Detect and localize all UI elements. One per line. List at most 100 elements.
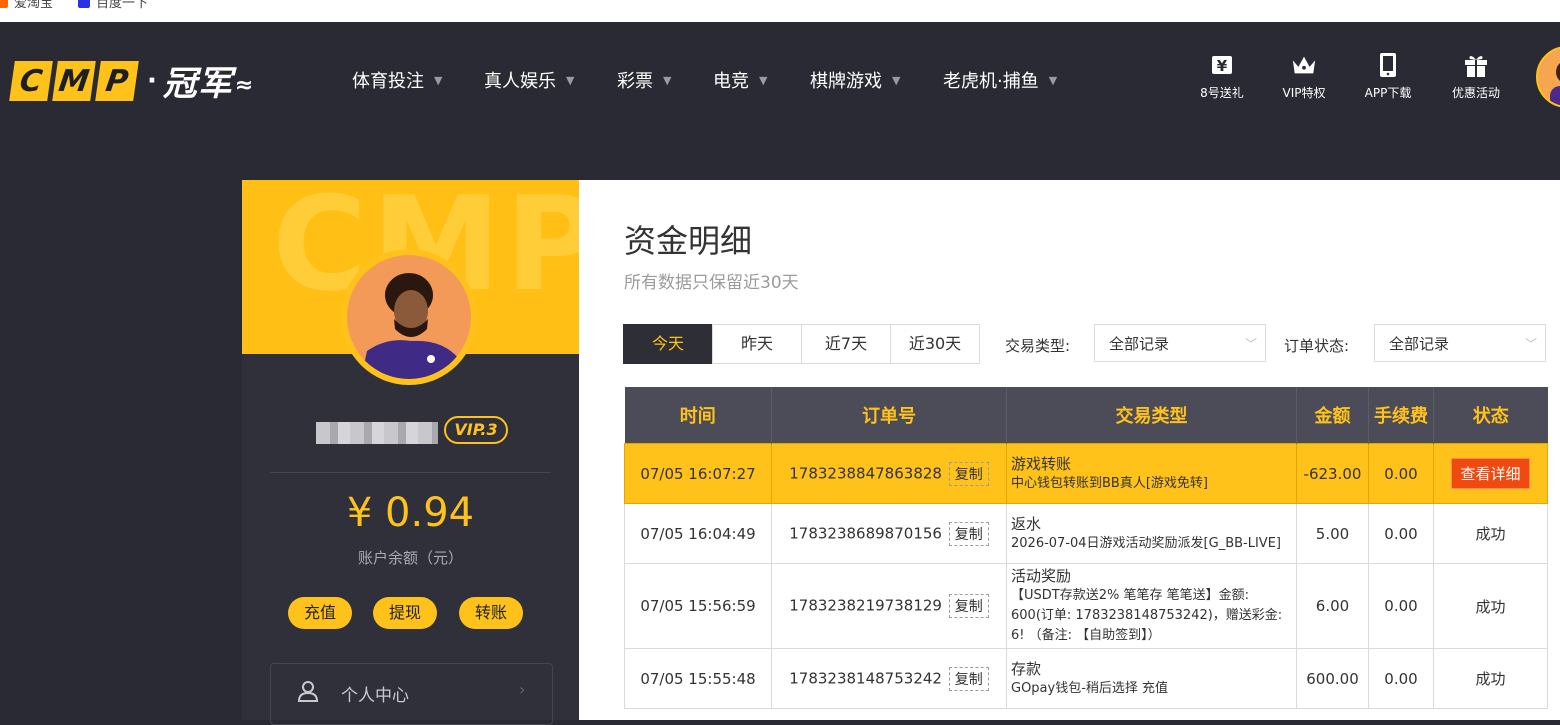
balance-label: 账户余额（元） — [357, 549, 463, 567]
nav-lottery[interactable]: 彩票 ▼ — [617, 67, 671, 93]
column-header: 交易类型 — [1006, 387, 1297, 444]
site-logo[interactable]: C M P · 冠军 ≈ — [9, 56, 254, 105]
tab-yesterday[interactable]: 昨天 — [712, 324, 802, 364]
time-cell: 07/05 15:56:59 — [624, 563, 772, 649]
column-header: 金额 — [1296, 387, 1369, 444]
menu-personal-center[interactable]: 个人中心 › — [270, 663, 553, 725]
profile-avatar[interactable] — [341, 249, 477, 385]
copy-button[interactable]: 复制 — [948, 666, 989, 691]
copy-button[interactable]: 复制 — [948, 461, 989, 486]
order-number: 1783238148753242 — [789, 669, 942, 687]
bookmark-label: 百度一下 — [96, 0, 149, 11]
nav-label: 体育投注 — [352, 71, 424, 92]
page-title: 资金明细 — [624, 222, 753, 260]
amount-cell: 6.00 — [1296, 563, 1369, 649]
gift-icon — [1463, 52, 1489, 78]
bookmark-baidu[interactable]: 百度一下 — [78, 0, 148, 11]
transaction-type-select[interactable]: 全部记录 ﹀ — [1094, 324, 1266, 362]
logo-text: 冠军 — [162, 64, 233, 104]
deposit-button[interactable]: 充值 — [288, 597, 353, 629]
menu-label: 个人中心 — [341, 686, 409, 706]
nav-card-games[interactable]: 棋牌游戏 ▼ — [810, 67, 900, 93]
type-title: 活动奖励 — [1011, 567, 1072, 585]
username-blurred — [316, 422, 438, 444]
logo-tail: ≈ — [234, 73, 254, 98]
nav-live-casino[interactable]: 真人娱乐 ▼ — [484, 67, 574, 93]
order-number: 1783238219738129 — [789, 596, 942, 615]
table-row: 07/05 16:07:27 1783238847863828 复制 游戏转账中… — [624, 443, 1548, 504]
type-cell: 存款 GOpay钱包-稍后选择 充值 — [1006, 648, 1297, 709]
quick-link-vip[interactable]: VIP特权 — [1269, 52, 1339, 101]
type-description: GOpay钱包-稍后选择 充值 — [1011, 680, 1169, 696]
select-value: 全部记录 — [1109, 335, 1170, 353]
chevron-right-icon: › — [519, 680, 526, 699]
top-header: C M P · 冠军 ≈ 体育投注 ▼ 真人娱乐 ▼ 彩票 ▼ 电竞 ▼ 棋牌游戏 ▼ 老… — [0, 22, 1560, 134]
status-success: 成功 — [1433, 648, 1548, 709]
bookmarks-bar: 爱淘宝 百度一下 — [0, 0, 1560, 22]
quick-link-promotions[interactable]: 优惠活动 — [1441, 52, 1511, 101]
select-value: 全部记录 — [1389, 335, 1450, 353]
nav-label: 电竞 — [713, 71, 749, 92]
amount-cell: 600.00 — [1296, 648, 1369, 709]
taobao-icon — [0, 0, 8, 8]
nav-label: 真人娱乐 — [484, 71, 556, 92]
type-cell: 活动奖励【USDT存款送2% 笔笔存 笔笔送】金额: 600(订单: 17832… — [1006, 563, 1297, 649]
quick-link-gift-8[interactable]: ¥ 8号送礼 — [1187, 52, 1257, 101]
quick-link-app-download[interactable]: APP下载 — [1353, 52, 1423, 101]
type-title: 返水 — [1011, 514, 1042, 533]
type-description: 中心钱包转账到BB真人[游戏免转] — [1011, 475, 1208, 491]
balance-amount: ¥ 0.94 — [346, 490, 475, 536]
order-number: 1783238689870156 — [789, 524, 942, 542]
svg-text:¥: ¥ — [1217, 57, 1228, 75]
logo-letter: P — [95, 60, 139, 101]
nav-slots-fishing[interactable]: 老虎机·捕鱼 ▼ — [943, 67, 1057, 93]
withdraw-button[interactable]: 提现 — [373, 597, 438, 629]
table-header-row: 时间 订单号 交易类型 金额 手续费 状态 — [624, 387, 1548, 444]
user-icon — [297, 680, 319, 707]
type-description: 【USDT存款送2% 笔笔存 笔笔送】金额: 600(订单: 178323814… — [1011, 588, 1283, 643]
quick-link-label: VIP特权 — [1282, 86, 1326, 100]
time-cell: 07/05 16:04:49 — [624, 503, 772, 564]
tab-last-30-days[interactable]: 近30天 — [890, 324, 980, 364]
crown-icon — [1291, 52, 1317, 78]
copy-button[interactable]: 复制 — [948, 594, 989, 618]
type-cell: 游戏转账 中心钱包转账到BB真人[游戏免转] — [1006, 443, 1297, 504]
nav-sports[interactable]: 体育投注 ▼ — [352, 67, 442, 93]
order-cell: 1783238148753242 复制 — [771, 648, 1007, 709]
column-header: 时间 — [624, 387, 772, 444]
chevron-down-icon: ▼ — [892, 73, 901, 87]
order-status-label: 订单状态: — [1284, 337, 1350, 355]
view-details-button[interactable]: 查看详细 — [1451, 458, 1530, 489]
chevron-down-icon: ▼ — [1048, 73, 1058, 87]
fund-details-panel: 资金明细 所有数据只保留近30天 今天 昨天 近7天 近30天 交易类型: 全部… — [579, 180, 1560, 720]
fee-cell: 0.00 — [1368, 563, 1434, 649]
bookmark-label: 爱淘宝 — [14, 0, 54, 11]
time-cell: 07/05 16:07:27 — [624, 443, 772, 504]
amount-cell: 5.00 — [1296, 503, 1369, 564]
account-sidebar: CMP VIP.3 ¥ 0.94 账户余额（元） 充值 提现 转账 个人中心 › — [242, 180, 579, 725]
chevron-down-icon: ﹀ — [1524, 337, 1537, 351]
nav-esports[interactable]: 电竞 ▼ — [713, 67, 767, 93]
fee-cell: 0.00 — [1368, 648, 1434, 709]
transfer-button[interactable]: 转账 — [459, 597, 524, 629]
quick-link-label: 8号送礼 — [1200, 86, 1244, 100]
quick-link-label: 优惠活动 — [1451, 86, 1500, 100]
logo-dot: · — [147, 65, 157, 96]
transaction-type-label: 交易类型: — [1005, 337, 1071, 355]
quick-link-label: APP下载 — [1364, 86, 1412, 100]
chevron-down-icon: ▼ — [759, 73, 768, 87]
copy-button[interactable]: 复制 — [948, 521, 989, 546]
column-header: 状态 — [1433, 387, 1548, 444]
nav-label: 棋牌游戏 — [810, 71, 882, 92]
logo-letter: M — [52, 60, 96, 101]
tab-today[interactable]: 今天 — [623, 324, 713, 364]
order-status-select[interactable]: 全部记录 ﹀ — [1374, 324, 1546, 362]
fee-cell: 0.00 — [1368, 443, 1434, 504]
tab-last-7-days[interactable]: 近7天 — [801, 324, 891, 364]
transactions-table: 时间 订单号 交易类型 金额 手续费 状态 07/05 16:07:27 178… — [624, 387, 1548, 709]
type-title: 存款 — [1011, 659, 1042, 678]
order-number: 1783238847863828 — [789, 464, 942, 482]
bookmark-aitaobao[interactable]: 爱淘宝 — [0, 0, 53, 11]
divider — [270, 472, 551, 473]
user-avatar[interactable] — [1536, 46, 1560, 108]
